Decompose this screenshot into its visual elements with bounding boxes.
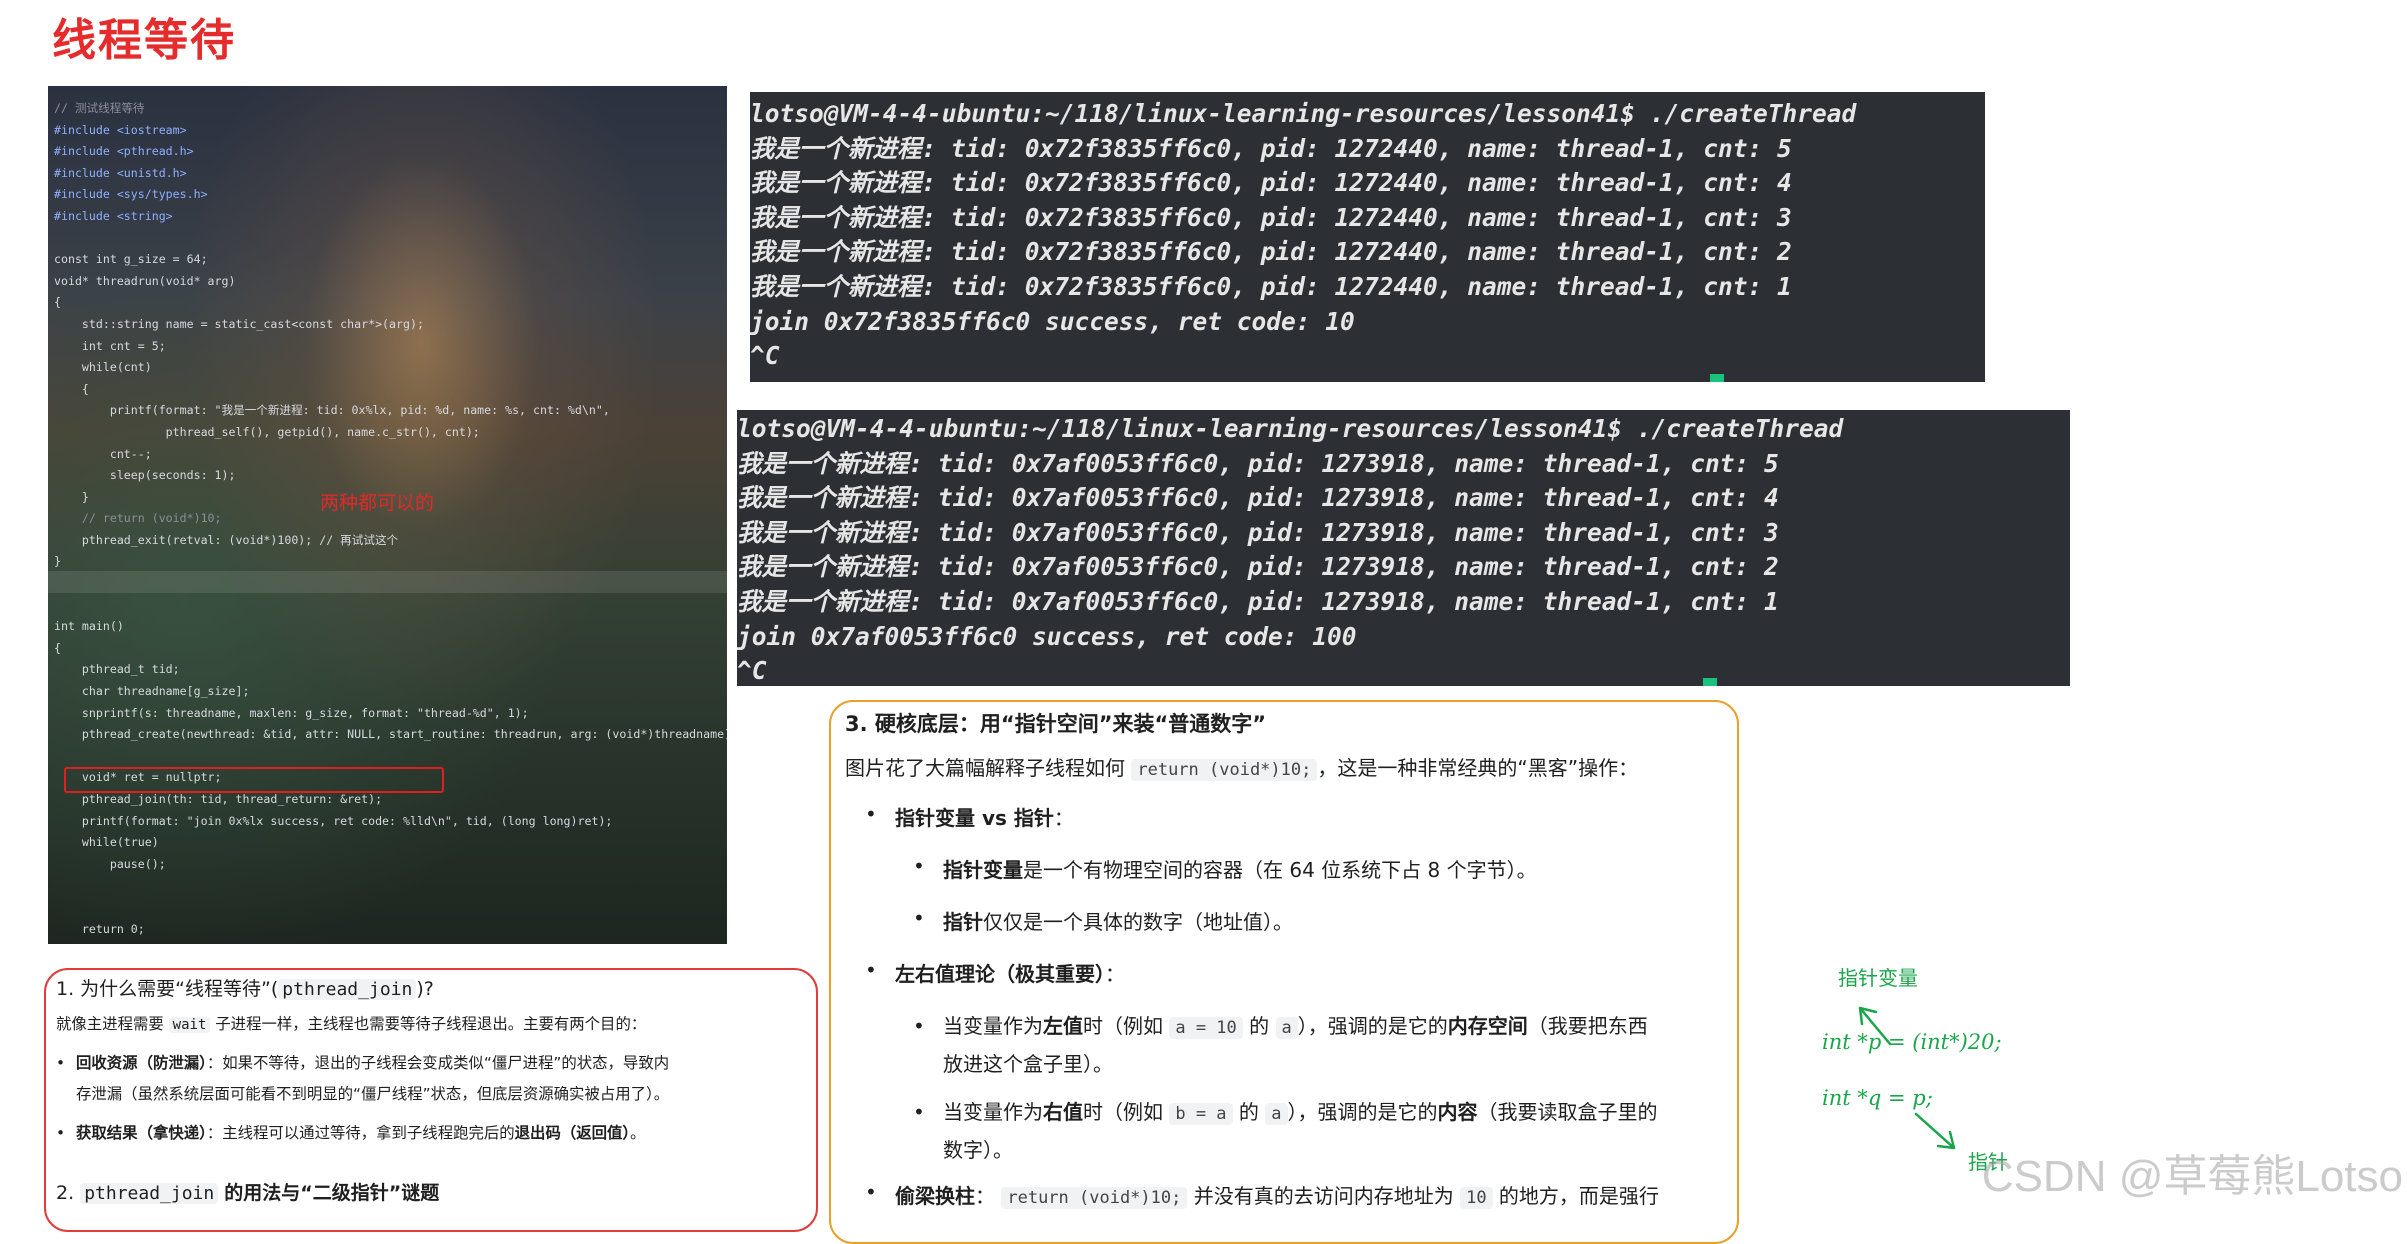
terminal-line: lotso@VM-4-4-ubuntu:~/118/linux-learning…: [750, 99, 1857, 128]
terminal-line: 我是一个新进程: tid: 0x72f3835ff6c0, pid: 12724…: [750, 237, 1792, 267]
card2-bullet-1a: • 指针变量是一个有物理空间的容器（在 64 位系统下占 8 个字节）。: [913, 854, 1537, 882]
code-line: #include <sys/types.h>: [54, 187, 208, 202]
terminal-2-lines: lotso@VM-4-4-ubuntu:~/118/linux-learning…: [737, 412, 1843, 686]
terminal-line: ^C: [750, 341, 780, 371]
code-line: return 0;: [54, 921, 145, 936]
code-line: const int g_size = 64;: [54, 252, 208, 267]
code-line: }: [54, 554, 61, 569]
code-line: {: [54, 295, 61, 310]
code-line: #include <iostream>: [54, 122, 187, 137]
code-line: while(cnt): [54, 360, 152, 375]
card2-bullet-3: • 偷梁换柱： return (void*)10; 并没有真的去访问内存地址为 …: [865, 1180, 1659, 1209]
code-line: char threadname[g_size];: [54, 684, 250, 699]
terminal-cursor: [1710, 374, 1724, 382]
code-line: snprintf(s: threadname, maxlen: g_size, …: [54, 705, 529, 720]
code-line: }: [54, 940, 727, 944]
page-title: 线程等待: [52, 15, 236, 66]
terminal-output-1: lotso@VM-4-4-ubuntu:~/118/linux-learning…: [750, 92, 1985, 382]
note-code-line-1: int *p = (int*)20;: [1822, 1030, 2002, 1054]
terminal-line: join 0x7af0053ff6c0 success, ret code: 1…: [737, 621, 1357, 651]
code-line: int cnt = 5;: [54, 338, 166, 353]
code-line: printf(format: "join 0x%lx success, ret …: [54, 813, 613, 828]
watermark: CSDN @草莓熊Lotso: [1981, 1152, 2403, 1201]
card2-intro: 图片花了大篇幅解释子线程如何 return (void*)10; ，这是一种非常经…: [845, 756, 1639, 781]
card1-heading-2: 2. pthread_join 的用法与“二级指针”谜题: [56, 1182, 440, 1204]
note-card-pointer-space: 3. 硬核底层：用“指针空间”来装“普通数字” 图片花了大篇幅解释子线程如何 r…: [829, 700, 1739, 1244]
terminal-output-2: lotso@VM-4-4-ubuntu:~/118/linux-learning…: [737, 410, 2070, 686]
terminal-line: 我是一个新进程: tid: 0x72f3835ff6c0, pid: 12724…: [750, 202, 1792, 232]
card2-bullet-2a: • 当变量作为左值时（例如 a = 10 的 a ），强调的是它的内存空间（我要把…: [913, 1014, 1648, 1076]
note-code-line-2: int *q = p;: [1822, 1086, 1933, 1110]
code-line: #include <unistd.h>: [54, 165, 187, 180]
card2-heading: 3. 硬核底层：用“指针空间”来装“普通数字”: [845, 712, 1267, 736]
terminal-line: 我是一个新进程: tid: 0x72f3835ff6c0, pid: 12724…: [750, 133, 1792, 163]
terminal-line: 我是一个新进程: tid: 0x7af0053ff6c0, pid: 12739…: [737, 552, 1779, 582]
terminal-line: 我是一个新进程: tid: 0x7af0053ff6c0, pid: 12739…: [737, 448, 1779, 478]
note-label-pointer-variable: 指针变量: [1838, 966, 1918, 990]
terminal-line: 我是一个新进程: tid: 0x72f3835ff6c0, pid: 12724…: [750, 271, 1792, 301]
code-line: {: [54, 640, 61, 655]
code-lines: // 测试线程等待 #include <iostream> #include <pt…: [54, 98, 727, 944]
card1-bullet-1: • 回收资源（防泄漏）：如果不等待，退出的子线程会变成类似“僵尸进程”的状态，导…: [56, 1054, 670, 1103]
code-line: std::string name = static_cast<const cha…: [54, 316, 424, 331]
code-line: pthread_t tid;: [54, 662, 180, 677]
code-line: {: [54, 381, 89, 396]
code-line: sleep(seconds: 1);: [54, 468, 236, 483]
code-line: #include <string>: [54, 208, 173, 223]
terminal-line: 我是一个新进程: tid: 0x7af0053ff6c0, pid: 12739…: [737, 517, 1779, 547]
card2-bullet-1b: • 指针仅仅是一个具体的数字（地址值）。: [913, 906, 1293, 934]
code-line: pthread_exit(retval: (void*)100); // 再试试…: [54, 532, 399, 547]
code-line: cnt--;: [54, 446, 152, 461]
code-line: void* threadrun(void* arg): [54, 273, 236, 288]
card1-intro: 就像主进程需要 wait 子进程一样，主线程也需要等待子线程退出。主要有两个目的…: [56, 1015, 647, 1033]
code-line: pause();: [54, 856, 166, 871]
card2-bullet-1: • 指针变量 vs 指针：: [865, 802, 1074, 830]
terminal-line: join 0x72f3835ff6c0 success, ret code: 1…: [750, 306, 1355, 336]
terminal-line: lotso@VM-4-4-ubuntu:~/118/linux-learning…: [737, 414, 1844, 443]
card2-bullet-2: • 左右值理论（极其重要）：: [865, 958, 1125, 986]
terminal-line: ^C: [737, 656, 767, 686]
terminal-line: 我是一个新进程: tid: 0x7af0053ff6c0, pid: 12739…: [737, 483, 1779, 513]
code-line: // 测试线程等待: [54, 101, 145, 115]
code-screenshot: // 测试线程等待 #include <iostream> #include <pt…: [48, 86, 727, 944]
pthread-join-highlight-box: [64, 767, 444, 793]
note-card-why-join: 1. 为什么需要“线程等待”(pthread_join)? 就像主进程需要 wa…: [44, 968, 818, 1232]
terminal-line: 我是一个新进程: tid: 0x7af0053ff6c0, pid: 12739…: [737, 586, 1779, 616]
terminal-line: 我是一个新进程: tid: 0x72f3835ff6c0, pid: 12724…: [750, 168, 1792, 198]
code-annotation: 两种都可以的: [320, 492, 435, 514]
terminal-1-lines: lotso@VM-4-4-ubuntu:~/118/linux-learning…: [750, 97, 1856, 374]
card2-bullet-2b: • 当变量作为右值时（例如 b = a 的 a ），强调的是它的内容（我要读取盒子…: [913, 1100, 1658, 1162]
card1-bullet-2: • 获取结果（拿快递）：主线程可以通过等待，拿到子线程跑完后的退出码（返回值）。: [56, 1124, 646, 1142]
code-line: int main(): [54, 619, 124, 634]
code-line: pthread_create(newthread: &tid, attr: NU…: [54, 727, 727, 742]
note-arrow-down-icon: [1914, 1112, 1956, 1150]
code-line: while(true): [54, 835, 159, 850]
code-line: #include <pthread.h>: [54, 144, 194, 159]
card1-heading: 1. 为什么需要“线程等待”(pthread_join)?: [56, 978, 434, 1000]
terminal-cursor: [1703, 678, 1717, 686]
code-line: pthread_self(), getpid(), name.c_str(), …: [54, 424, 480, 439]
code-line: printf(format: "我是一个新进程: tid: 0x%lx, pid…: [54, 403, 610, 418]
